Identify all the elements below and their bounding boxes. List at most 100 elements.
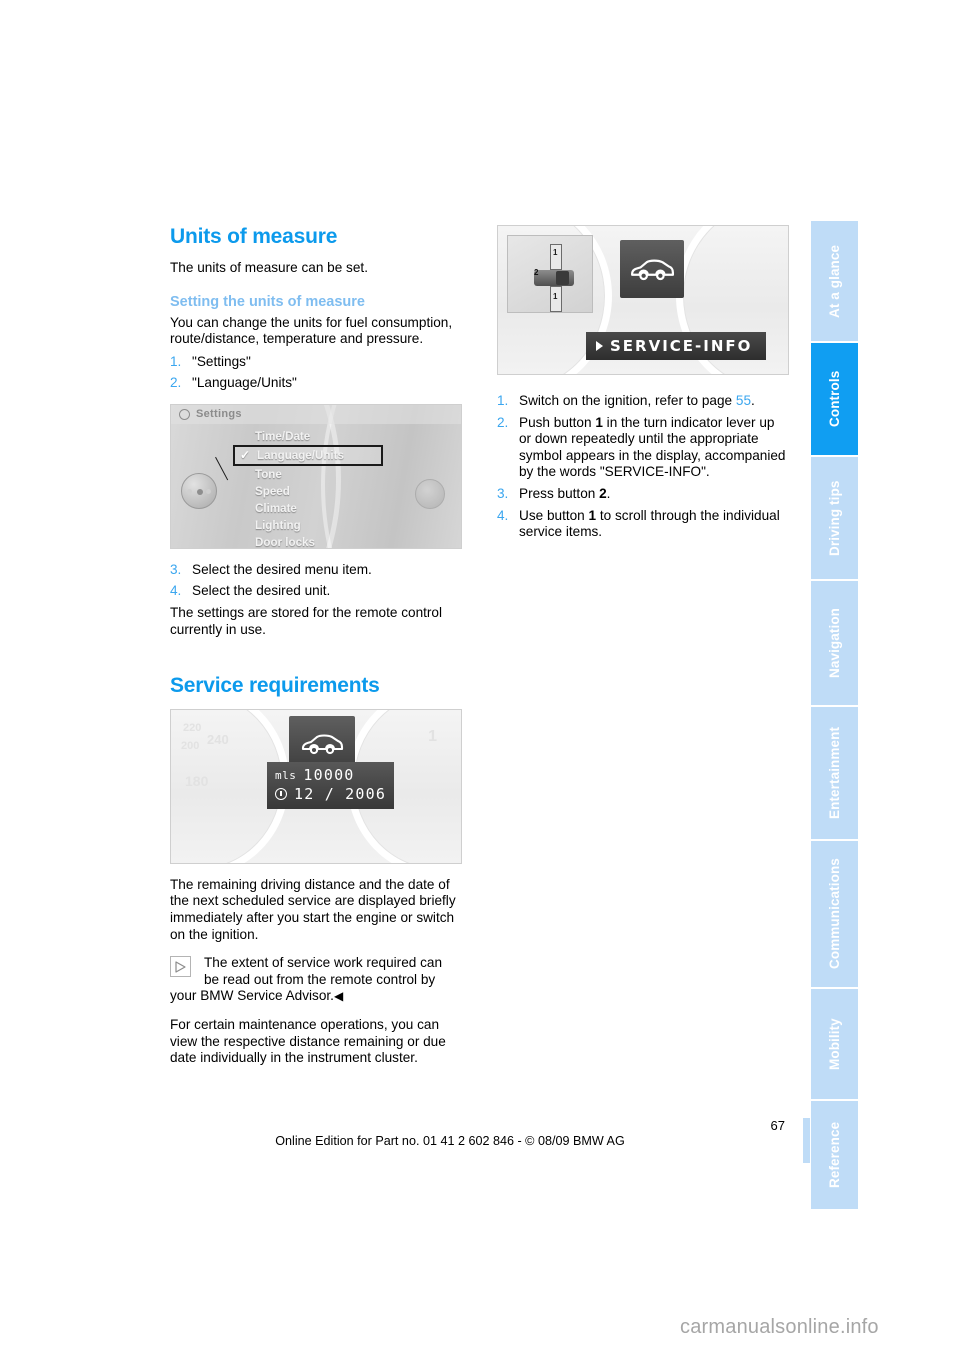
closing-paragraph: The settings are stored for the remote c… — [170, 605, 443, 637]
list-item: 2. "Language/Units" — [170, 375, 462, 392]
step-text-before: Press button — [519, 485, 600, 501]
distance-unit-label: mls — [275, 768, 297, 782]
list-item: 4. Use button 1 to scroll through the in… — [497, 508, 789, 541]
section-title-service-requirements: Service requirements — [170, 674, 380, 698]
note-end-marker: ◀ — [333, 989, 344, 1004]
menu-item-label: Lighting — [255, 518, 301, 532]
menu-item-time-date[interactable]: Time/Date — [237, 428, 397, 445]
menu-item-label: Time/Date — [255, 429, 311, 443]
step-number: 2. — [497, 414, 509, 430]
steps-list-bottom: 3. Select the desired menu item. 4. Sele… — [170, 562, 462, 600]
site-watermark: carmanualsonline.info — [680, 1316, 879, 1338]
list-item: 3. Press button 2. — [497, 486, 789, 503]
step-text: Select the desired menu item. — [192, 561, 372, 577]
dial-tick-240: 240 — [207, 731, 229, 747]
distance-row: mls 10000 — [275, 766, 386, 785]
service-data-readout: mls 10000 12 / 2006 — [267, 761, 395, 809]
menu-item-door-locks[interactable]: Door locks — [237, 534, 397, 549]
note-line-3-text: your BMW Service Advisor. — [170, 988, 334, 1004]
sidebar-item-driving-tips[interactable]: Driving tips — [811, 457, 858, 579]
step-number: 3. — [170, 561, 182, 577]
check-icon: ✓ — [240, 447, 251, 462]
dial-tick-200: 200 — [181, 739, 200, 752]
callout-1-down: 1 — [553, 292, 558, 301]
button-callout: 1 — [588, 507, 597, 523]
turn-indicator-lever-inset: 1 1 2 — [507, 235, 593, 313]
idrive-menu-list: Time/Date ✓ Language/Units Tone Speed Cl… — [233, 428, 397, 549]
step-text-before: Use button — [519, 507, 589, 523]
callout-1-up: 1 — [553, 248, 558, 257]
step-text: Select the desired unit. — [192, 583, 331, 599]
page-reference-link[interactable]: 55 — [736, 393, 751, 408]
knob-center — [197, 488, 203, 495]
step-number: 1. — [170, 353, 182, 369]
date-row: 12 / 2006 — [275, 785, 386, 804]
idrive-controller-knob[interactable] — [181, 472, 217, 509]
step-number: 2. — [170, 375, 182, 391]
page-number: 67 — [770, 1118, 785, 1133]
menu-item-lighting[interactable]: Lighting — [237, 517, 397, 534]
step-text-after: . — [606, 485, 611, 501]
steps-list-top: 1. "Settings" 2. "Language/Units" — [170, 354, 462, 392]
menu-item-label: Door locks — [255, 535, 315, 549]
list-item: 1. "Settings" — [170, 354, 462, 371]
play-triangle-icon — [596, 341, 603, 351]
distance-value: 10000 — [303, 765, 355, 784]
list-item: 2. Push button 1 in the turn indicator l… — [497, 415, 789, 481]
sidebar-item-at-a-glance[interactable]: At a glance — [811, 221, 858, 341]
sidebar-item-controls[interactable]: Controls — [811, 343, 858, 455]
sidebar-item-communications[interactable]: Communications — [811, 841, 858, 987]
page-title: Units of measure — [170, 225, 338, 248]
step-text: "Language/Units" — [192, 375, 297, 391]
sidebar-item-navigation[interactable]: Navigation — [811, 581, 858, 705]
dial-tick-220: 220 — [183, 721, 202, 734]
step-text-before: Switch on the ignition, refer to page — [519, 393, 736, 408]
knob-dot — [206, 488, 211, 494]
sidebar-item-mobility[interactable]: Mobility — [811, 989, 858, 1099]
menu-item-speed[interactable]: Speed — [237, 483, 397, 500]
tab-label: Driving tips — [827, 480, 842, 556]
subsection-title: Setting the units of measure — [170, 294, 365, 311]
menu-item-climate[interactable]: Climate — [237, 500, 397, 517]
clock-icon — [275, 788, 287, 801]
date-value: 12 / 2006 — [294, 784, 387, 803]
service-info-text: SERVICE-INFO — [610, 337, 753, 355]
list-item: 1. Switch on the ignition, refer to page… — [497, 393, 789, 410]
idrive-title-bar: Settings — [171, 404, 461, 424]
tab-label: Reference — [827, 1121, 842, 1189]
menu-item-tone[interactable]: Tone — [237, 466, 397, 483]
figure-idrive-settings-menu: Settings Time/Date ✓ Language/Units Tone… — [170, 403, 462, 549]
service-info-display: SERVICE-INFO — [586, 332, 767, 360]
tab-label: Navigation — [827, 608, 842, 679]
step-number: 3. — [497, 485, 509, 501]
tab-label: At a glance — [827, 244, 842, 318]
service-paragraph: The remaining driving distance and the d… — [170, 876, 456, 942]
list-item: 4. Select the desired unit. — [170, 583, 462, 600]
menu-item-language-units[interactable]: ✓ Language/Units — [233, 444, 383, 466]
step-number: 1. — [497, 393, 509, 408]
idrive-secondary-knob — [415, 478, 445, 509]
note-line-1: The extent of service work required can — [204, 955, 443, 971]
manual-page: At a glance Controls Driving tips Naviga… — [0, 0, 960, 1358]
figure-instrument-cluster: 220 240 200 180 1 mls 10000 12 / 2006 — [170, 708, 462, 864]
gear-icon — [179, 408, 190, 420]
left-column: Units of measure The units of measure ca… — [170, 225, 462, 1070]
lever-button[interactable] — [556, 271, 569, 285]
button-callout: 1 — [595, 414, 603, 430]
sidebar-item-reference[interactable]: Reference — [811, 1101, 858, 1209]
intro-paragraph: The units of measure can be set. — [170, 259, 368, 275]
step-text-after: . — [751, 393, 755, 408]
sidebar-item-entertainment[interactable]: Entertainment — [811, 707, 858, 839]
body-paragraph: You can change the units for fuel consum… — [170, 314, 453, 347]
right-column: 1 1 2 SERVICE-INFO 1. Switch on the igni… — [497, 225, 789, 546]
steps-list-service-info: 1. Switch on the ignition, refer to page… — [497, 393, 789, 541]
menu-item-label: Speed — [255, 484, 290, 498]
menu-item-label: Tone — [255, 467, 282, 481]
step-number: 4. — [170, 583, 182, 599]
note-line-3: your BMW Service Advisor.◀ — [170, 988, 462, 1005]
dial-tick-1: 1 — [428, 727, 437, 745]
final-paragraph: For certain maintenance operations, you … — [170, 1016, 446, 1066]
note-line-2: be read out from the remote control by — [204, 971, 436, 987]
triangle-right-icon — [170, 956, 191, 978]
tab-label: Entertainment — [827, 726, 842, 820]
